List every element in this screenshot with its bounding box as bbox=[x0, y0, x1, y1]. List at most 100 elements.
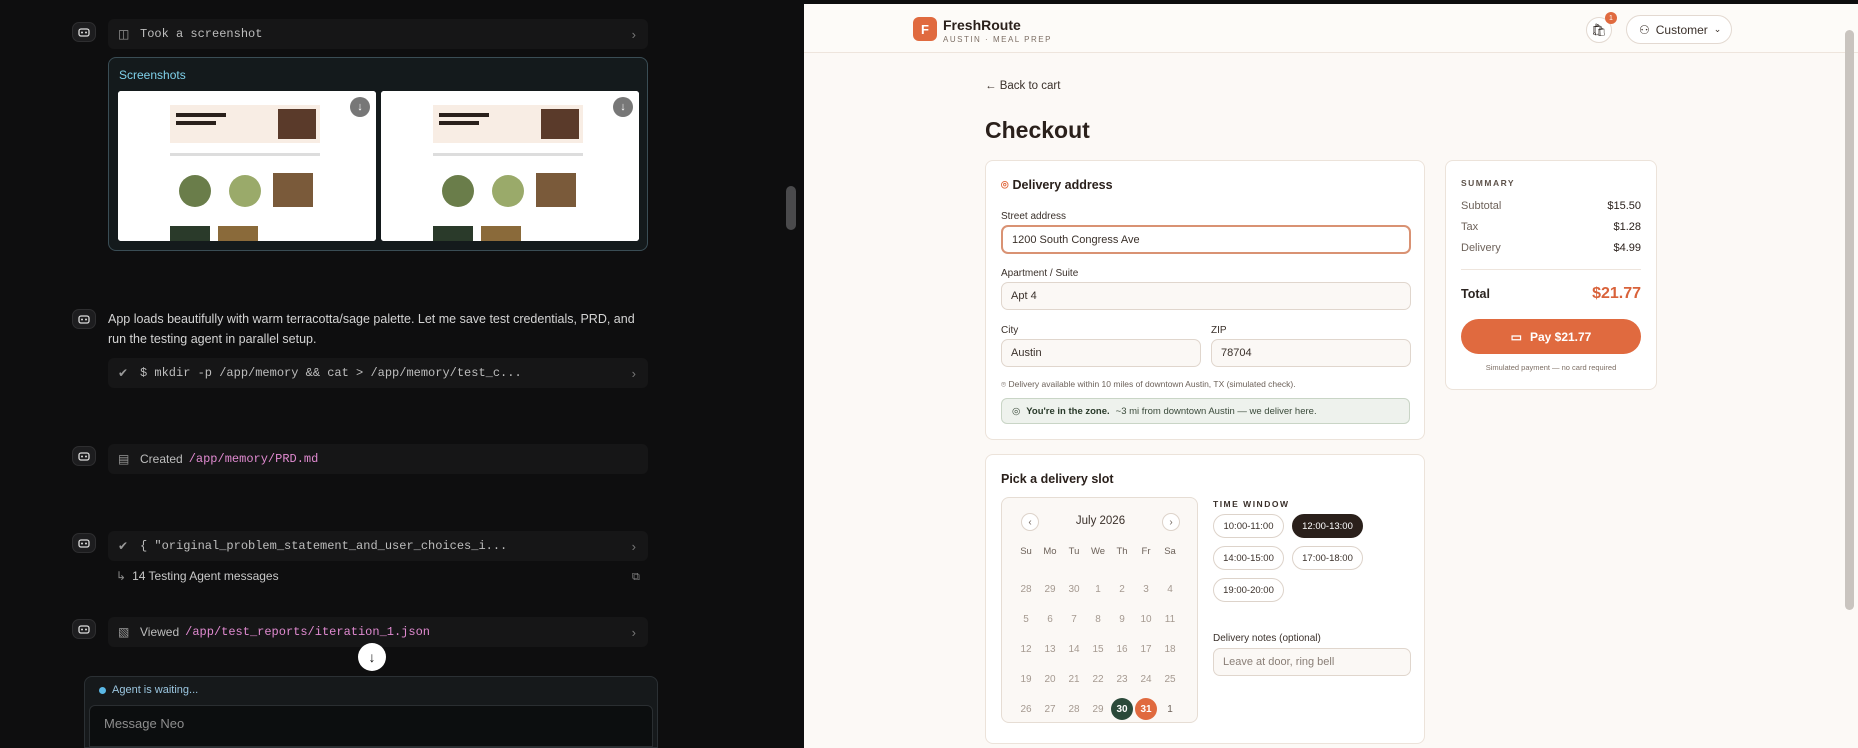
testing-agent-messages[interactable]: ↳ 14 Testing Agent messages bbox=[116, 569, 279, 583]
time-slot[interactable]: 17:00-18:00 bbox=[1292, 546, 1363, 570]
zip-input[interactable]: 78704 bbox=[1211, 339, 1411, 367]
next-month-button[interactable]: › bbox=[1162, 513, 1180, 531]
check-circle-icon: ◎ bbox=[1012, 405, 1021, 417]
chevron-right-icon: › bbox=[631, 27, 636, 42]
agent-chat-panel: ◫ Took a screenshot › Screenshots ↓ ↓ Ap… bbox=[0, 0, 804, 748]
calendar-day-selected[interactable]: 30 bbox=[1110, 694, 1134, 724]
delivery-label: Delivery bbox=[1461, 242, 1501, 254]
notes-label: Delivery notes (optional) bbox=[1213, 633, 1321, 644]
street-label: Street address bbox=[1001, 211, 1067, 222]
viewed-label: Viewed bbox=[140, 625, 180, 639]
message-input[interactable]: Message Neo bbox=[89, 705, 653, 747]
day-number: 30 bbox=[1111, 698, 1133, 720]
check-icon: ✔ bbox=[118, 539, 129, 553]
calendar-day: 17 bbox=[1140, 643, 1152, 655]
robot-icon bbox=[78, 452, 90, 461]
screenshot-step-row[interactable]: ◫ Took a screenshot › bbox=[108, 19, 648, 49]
robot-icon bbox=[78, 28, 90, 37]
map-pin-icon: ⌾ bbox=[1001, 178, 1009, 192]
calendar-day: 21 bbox=[1068, 673, 1080, 685]
time-slot[interactable]: 19:00-20:00 bbox=[1213, 578, 1284, 602]
brand-name[interactable]: FreshRoute bbox=[943, 17, 1021, 33]
summary-divider bbox=[1461, 269, 1641, 270]
calendar-day: 16 bbox=[1116, 643, 1128, 655]
preview-scrollbar[interactable] bbox=[1845, 30, 1854, 610]
calendar-day: 6 bbox=[1047, 613, 1053, 625]
calendar-day: 30 bbox=[1068, 583, 1080, 595]
zip-label: ZIP bbox=[1211, 325, 1227, 336]
page-title: Checkout bbox=[985, 117, 1090, 143]
calendar-day[interactable]: 1 bbox=[1158, 694, 1182, 724]
total-line: Total $21.77 bbox=[1461, 285, 1641, 303]
message-placeholder: Message Neo bbox=[104, 716, 185, 731]
screenshot-thumbnail[interactable]: ↓ bbox=[118, 91, 376, 241]
created-label: Created bbox=[140, 452, 183, 466]
time-slot[interactable]: 10:00-11:00 bbox=[1213, 514, 1284, 538]
customer-menu-button[interactable]: ⚇ Customer ⌄ bbox=[1626, 15, 1732, 44]
calendar-day: 14 bbox=[1068, 643, 1080, 655]
pay-button[interactable]: ▭ Pay $21.77 bbox=[1461, 319, 1641, 354]
command-step-row[interactable]: ✔ $ mkdir -p /app/memory && cat > /app/m… bbox=[108, 358, 648, 388]
calendar-day-today[interactable]: 31 bbox=[1134, 694, 1158, 724]
camera-icon: ◫ bbox=[118, 27, 130, 41]
calendar-day: 20 bbox=[1044, 673, 1056, 685]
calendar-day: 10 bbox=[1140, 613, 1152, 625]
calendar-day: 8 bbox=[1095, 613, 1101, 625]
subtotal-line: Subtotal $15.50 bbox=[1461, 200, 1641, 212]
screenshot-thumbnail[interactable]: ↓ bbox=[381, 91, 639, 241]
download-icon[interactable]: ↓ bbox=[350, 97, 370, 117]
calendar-day: 15 bbox=[1092, 643, 1104, 655]
viewed-file-row[interactable]: ▧ Viewed /app/test_reports/iteration_1.j… bbox=[108, 617, 648, 647]
file-view-icon: ▧ bbox=[118, 625, 130, 639]
brand-logo[interactable]: F bbox=[913, 17, 937, 41]
notes-input[interactable]: Leave at door, ring bell bbox=[1213, 648, 1411, 676]
weekday-label: Mo bbox=[1043, 545, 1057, 557]
time-slot[interactable]: 14:00-15:00 bbox=[1213, 546, 1284, 570]
address-heading: ⌾ Delivery address bbox=[1001, 178, 1113, 193]
app-preview: F FreshRoute AUSTIN · MEAL PREP 🛍 1 ⚇ Cus… bbox=[804, 4, 1858, 748]
back-to-cart-link[interactable]: ← Back to cart bbox=[985, 80, 1060, 92]
agent-status: Agent is waiting... bbox=[99, 684, 198, 696]
chevron-down-icon: ⌄ bbox=[1713, 24, 1722, 34]
delivery-fee-line: Delivery $4.99 bbox=[1461, 242, 1641, 254]
calendar-day: 5 bbox=[1023, 613, 1029, 625]
calendar-day: 3 bbox=[1143, 583, 1149, 595]
calendar-day: 27 bbox=[1044, 703, 1056, 715]
calendar-day: 9 bbox=[1119, 613, 1125, 625]
time-slot-selected[interactable]: 12:00-13:00 bbox=[1292, 514, 1363, 538]
tax-line: Tax $1.28 bbox=[1461, 221, 1641, 233]
calendar-day: 23 bbox=[1116, 673, 1128, 685]
chat-scrollbar[interactable] bbox=[786, 186, 796, 230]
calendar-day: 29 bbox=[1044, 583, 1056, 595]
weekday-label: Fr bbox=[1141, 545, 1151, 557]
weekday-label: Sa bbox=[1164, 545, 1176, 557]
command-text: $ mkdir -p /app/memory && cat > /app/mem… bbox=[140, 366, 522, 380]
tool-call-text: { "original_problem_statement_and_user_c… bbox=[140, 539, 508, 553]
download-icon[interactable]: ↓ bbox=[613, 97, 633, 117]
agent-status-text: Agent is waiting... bbox=[112, 684, 199, 696]
zip-value: 78704 bbox=[1221, 347, 1252, 359]
testing-messages-label: 14 Testing Agent messages bbox=[132, 569, 279, 583]
copy-icon[interactable]: ⧉ bbox=[632, 571, 644, 583]
user-icon: ⚇ bbox=[1639, 22, 1650, 37]
weekday-label: Tu bbox=[1068, 545, 1080, 557]
tool-call-row[interactable]: ✔ { "original_problem_statement_and_user… bbox=[108, 531, 648, 561]
street-input[interactable]: 1200 South Congress Ave bbox=[1001, 225, 1411, 254]
robot-icon bbox=[78, 625, 90, 634]
arrow-down-icon: ↓ bbox=[368, 649, 376, 665]
created-file-row[interactable]: ▤ Created /app/memory/PRD.md bbox=[108, 444, 648, 474]
calendar-day: 13 bbox=[1044, 643, 1056, 655]
scroll-to-bottom-button[interactable]: ↓ bbox=[358, 643, 386, 671]
customer-label: Customer bbox=[1655, 22, 1708, 37]
credit-card-icon: ▭ bbox=[1510, 329, 1522, 344]
calendar-day: 2 bbox=[1119, 583, 1125, 595]
day-number: 31 bbox=[1135, 698, 1157, 720]
apt-input[interactable]: Apt 4 bbox=[1001, 282, 1411, 310]
city-input[interactable]: Austin bbox=[1001, 339, 1201, 367]
screenshots-panel: Screenshots ↓ ↓ bbox=[108, 57, 648, 251]
delivery-area-note: ⌾ Delivery available within 10 miles of … bbox=[1001, 379, 1296, 390]
chevron-right-icon: › bbox=[631, 539, 636, 554]
city-label: City bbox=[1001, 325, 1019, 336]
total-label: Total bbox=[1461, 287, 1490, 301]
robot-icon bbox=[78, 539, 90, 548]
